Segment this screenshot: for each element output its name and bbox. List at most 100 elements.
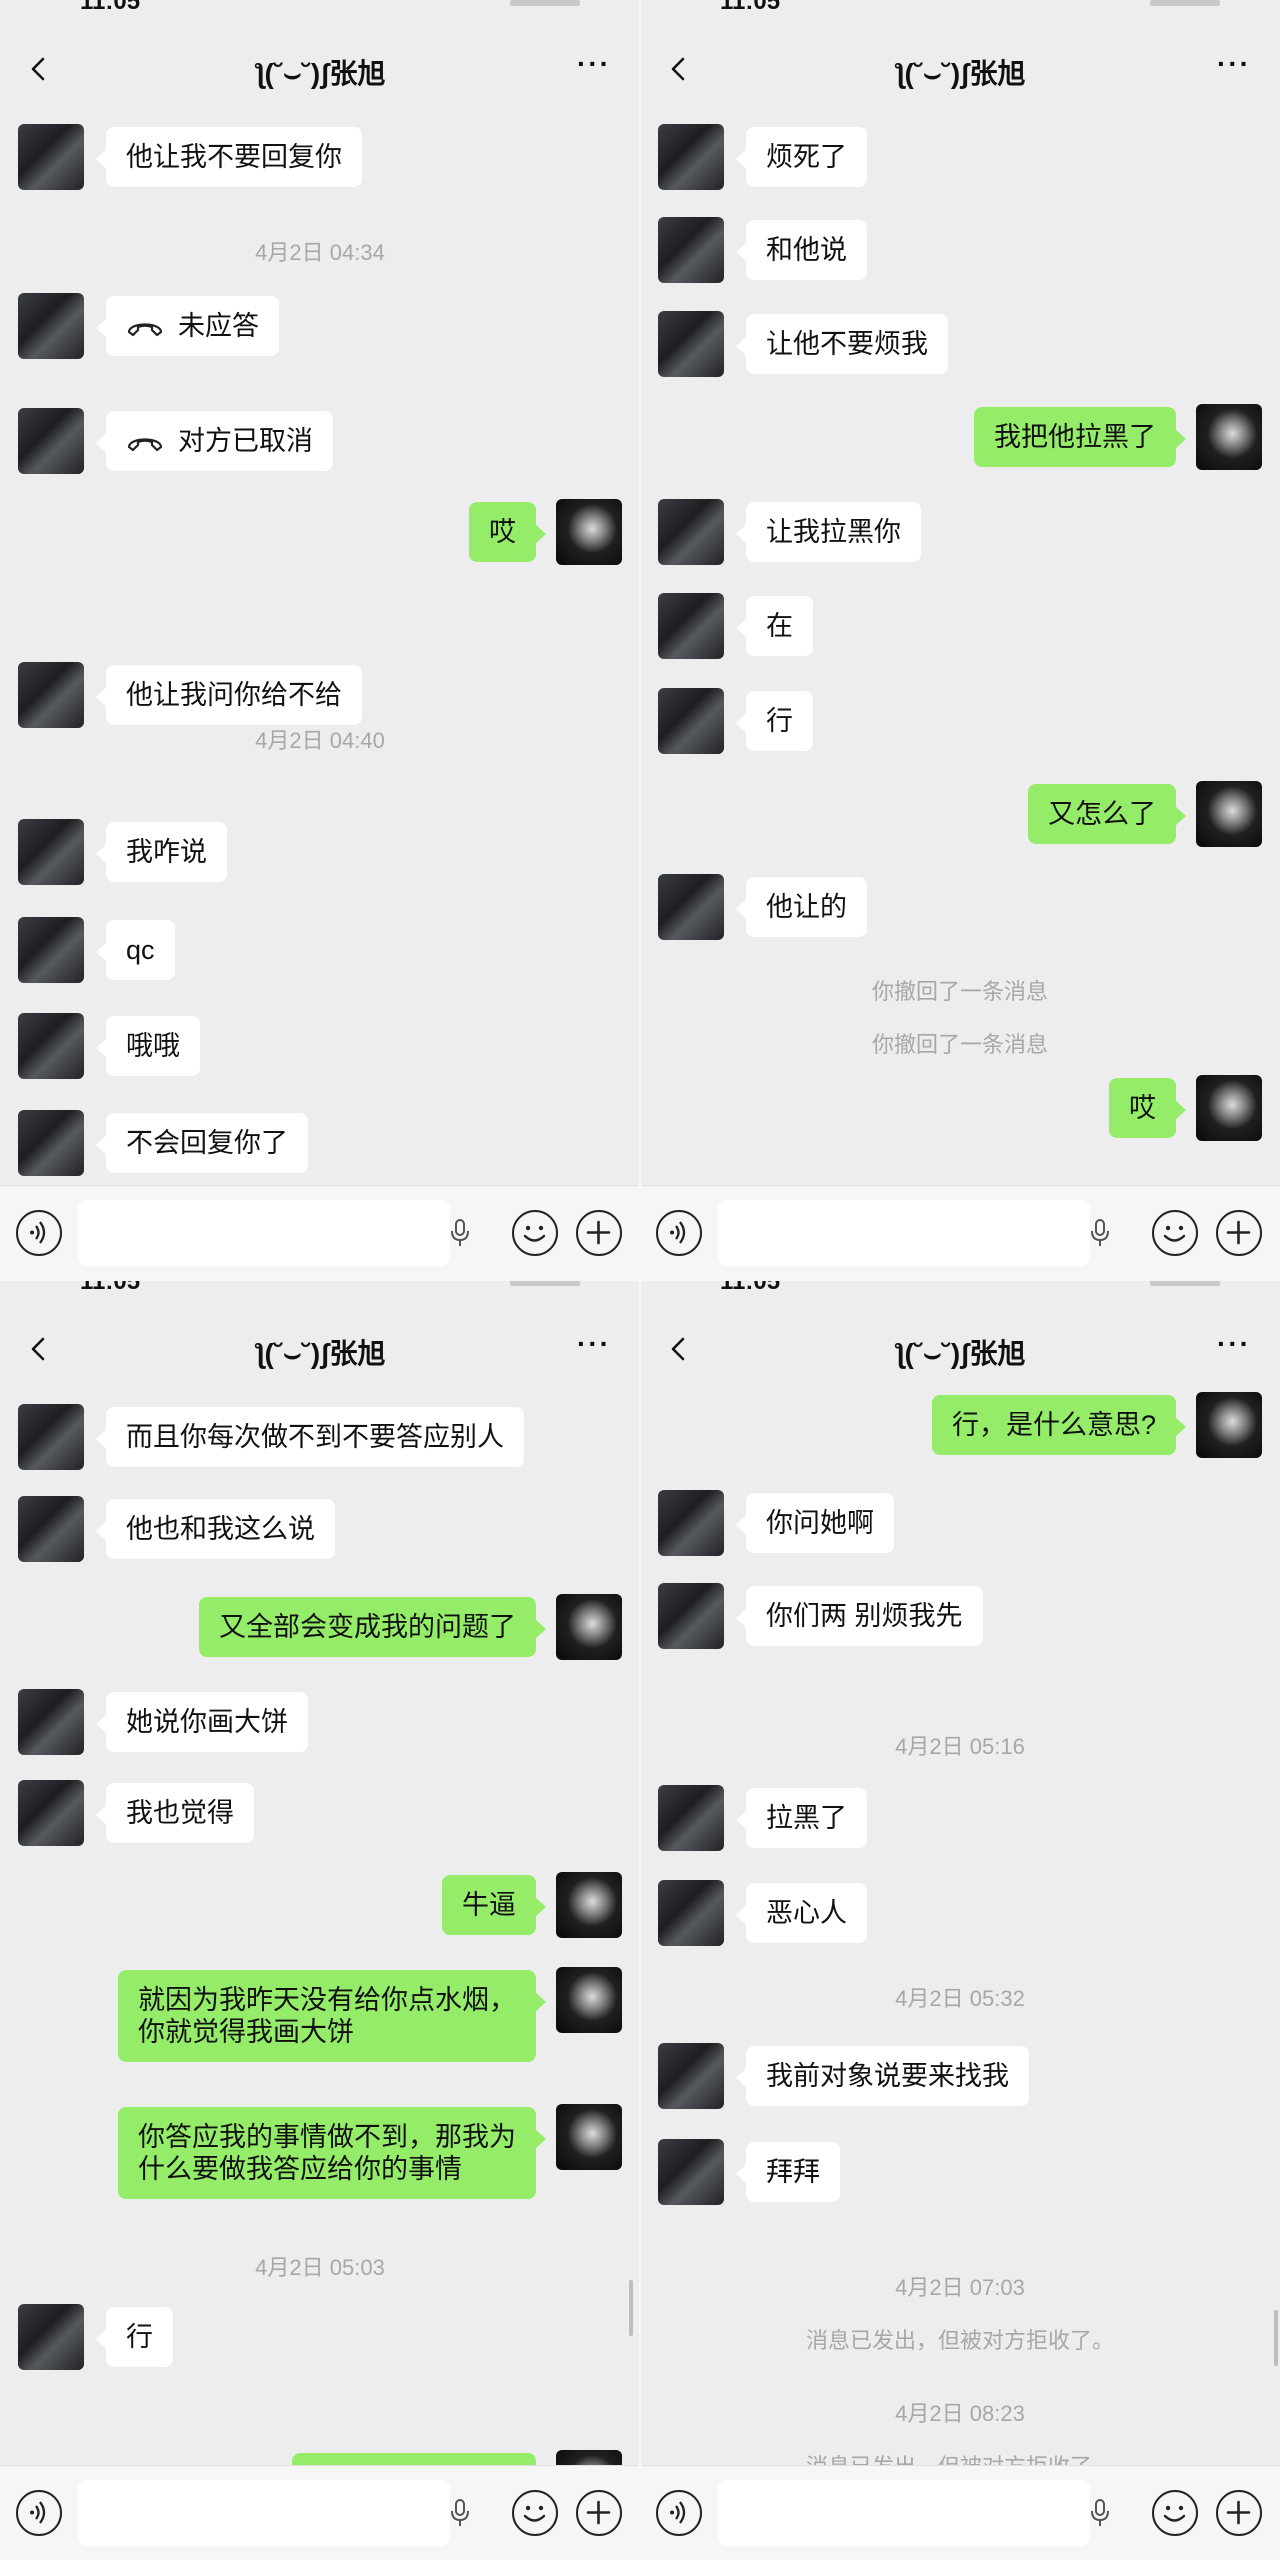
message-bubble[interactable]: 哎 — [469, 502, 546, 562]
microphone-icon[interactable] — [448, 1218, 472, 1248]
message-bubble[interactable]: 你们两 别烦我先 — [736, 1586, 983, 1646]
message-bubble[interactable]: 恶心人 — [736, 1883, 867, 1943]
contact-avatar[interactable] — [18, 124, 84, 190]
call-record-bubble[interactable]: 对方已取消 — [96, 411, 333, 471]
message-bubble[interactable]: 而且你每次做不到不要答应别人 — [96, 1407, 524, 1467]
message-bubble[interactable]: 他让我问你给不给 — [96, 665, 362, 725]
contact-avatar[interactable] — [18, 662, 84, 728]
microphone-icon[interactable] — [448, 2498, 472, 2528]
contact-avatar[interactable] — [658, 2139, 724, 2205]
self-avatar[interactable] — [556, 1594, 622, 1660]
contact-avatar[interactable] — [18, 293, 84, 359]
microphone-icon[interactable] — [1088, 2498, 1112, 2528]
message-bubble[interactable]: 和他说 — [736, 220, 867, 280]
message-list[interactable]: 而且你每次做不到不要答应别人 他也和我这么说又全部会变成我的问题了她说你画大饼 我也… — [0, 1390, 640, 2465]
plus-icon[interactable] — [576, 2490, 622, 2536]
contact-avatar[interactable] — [658, 311, 724, 377]
contact-avatar[interactable] — [658, 874, 724, 940]
message-bubble[interactable]: 哦哦 — [96, 1016, 200, 1076]
more-dots-icon[interactable]: ··· — [572, 1330, 616, 1362]
message-bubble[interactable]: 你问她啊 — [736, 1493, 894, 1553]
plus-icon[interactable] — [576, 1210, 622, 1256]
message-bubble[interactable]: 我前对象说要来找我 — [736, 2046, 1029, 2106]
self-avatar[interactable] — [556, 2450, 622, 2465]
message-bubble[interactable]: 拜拜 — [736, 2142, 840, 2202]
contact-avatar[interactable] — [658, 1880, 724, 1946]
self-avatar[interactable] — [556, 1967, 622, 2033]
self-avatar[interactable] — [1196, 781, 1262, 847]
voice-icon[interactable] — [16, 1210, 62, 1256]
contact-avatar[interactable] — [18, 819, 84, 885]
self-avatar[interactable] — [1196, 404, 1262, 470]
self-avatar[interactable] — [1196, 1075, 1262, 1141]
self-avatar[interactable] — [556, 1872, 622, 1938]
contact-avatar[interactable] — [658, 499, 724, 565]
scrollbar-thumb[interactable] — [629, 2280, 633, 2336]
message-input[interactable] — [78, 1200, 450, 1266]
message-bubble[interactable]: 又怎么了 — [1028, 784, 1186, 844]
contact-avatar[interactable] — [18, 1404, 84, 1470]
message-list[interactable]: 他让我不要回复你 4月2日 04:34 未应答 对方已取消哎他让我问你给不给 4月2日 … — [0, 110, 640, 1185]
contact-avatar[interactable] — [18, 408, 84, 474]
message-bubble[interactable]: 拉黑了 — [736, 1788, 867, 1848]
plus-icon[interactable] — [1216, 2490, 1262, 2536]
voice-icon[interactable] — [656, 2490, 702, 2536]
message-bubble[interactable]: 烦死了 — [736, 127, 867, 187]
contact-avatar[interactable] — [18, 1780, 84, 1846]
message-list[interactable]: 行，是什么意思? 你问她啊 你们两 别烦我先 4月2日 05:16 拉黑了 恶心人 4月2日… — [640, 1390, 1280, 2465]
message-input[interactable] — [718, 2480, 1090, 2546]
contact-avatar[interactable] — [658, 688, 724, 754]
message-bubble[interactable]: 让我拉黑你 — [736, 502, 921, 562]
more-dots-icon[interactable]: ··· — [1212, 1330, 1256, 1362]
self-avatar[interactable] — [556, 2104, 622, 2170]
contact-avatar[interactable] — [658, 1583, 724, 1649]
contact-avatar[interactable] — [18, 1689, 84, 1755]
message-bubble[interactable]: 牛逼 — [442, 1875, 546, 1935]
message-bubble[interactable]: 你答应我的事情做不到，那我为 什么要做我答应给你的事情 — [118, 2107, 546, 2199]
microphone-icon[interactable] — [1088, 1218, 1112, 1248]
message-bubble[interactable]: 就因为我昨天没有给你点水烟， 你就觉得我画大饼 — [118, 1970, 546, 2062]
emoji-icon[interactable] — [1152, 2490, 1198, 2536]
emoji-icon[interactable] — [512, 2490, 558, 2536]
message-list[interactable]: 烦死了 和他说 让他不要烦我 我把他拉黑了 让我拉黑你在行又怎么了 他让的 你撤回了一条消息… — [640, 110, 1280, 1185]
voice-icon[interactable] — [16, 2490, 62, 2536]
emoji-icon[interactable] — [512, 1210, 558, 1256]
more-dots-icon[interactable]: ··· — [572, 50, 616, 82]
contact-avatar[interactable] — [18, 1110, 84, 1176]
emoji-icon[interactable] — [1152, 1210, 1198, 1256]
message-bubble[interactable]: 哎 — [1109, 1078, 1186, 1138]
contact-avatar[interactable] — [658, 124, 724, 190]
self-avatar[interactable] — [1196, 1392, 1262, 1458]
message-bubble[interactable]: 行 — [736, 691, 813, 751]
message-bubble[interactable]: 行，是什么意思? — [291, 2453, 536, 2465]
contact-avatar[interactable] — [18, 1496, 84, 1562]
message-bubble[interactable]: 又全部会变成我的问题了 — [199, 1597, 546, 1657]
message-bubble[interactable]: 行 — [96, 2307, 173, 2367]
scrollbar-thumb[interactable] — [1274, 2310, 1278, 2366]
contact-avatar[interactable] — [658, 1785, 724, 1851]
message-input[interactable] — [718, 1200, 1090, 1266]
message-bubble[interactable]: 我咋说 — [96, 822, 227, 882]
call-record-bubble[interactable]: 未应答 — [96, 296, 279, 356]
message-bubble[interactable]: 在 — [736, 596, 813, 656]
contact-avatar[interactable] — [658, 593, 724, 659]
contact-avatar[interactable] — [658, 2043, 724, 2109]
message-bubble[interactable]: qc — [96, 920, 175, 980]
message-input[interactable] — [78, 2480, 450, 2546]
message-bubble[interactable]: 让他不要烦我 — [736, 314, 948, 374]
message-bubble[interactable]: 他也和我这么说 — [96, 1499, 335, 1559]
message-bubble[interactable]: 她说你画大饼 — [96, 1692, 308, 1752]
contact-avatar[interactable] — [18, 917, 84, 983]
message-bubble[interactable]: 不会回复你了 — [96, 1113, 308, 1173]
contact-avatar[interactable] — [18, 2304, 84, 2370]
message-bubble[interactable]: 他让我不要回复你 — [96, 127, 362, 187]
contact-avatar[interactable] — [658, 1490, 724, 1556]
contact-avatar[interactable] — [658, 217, 724, 283]
message-bubble[interactable]: 他让的 — [736, 877, 867, 937]
more-dots-icon[interactable]: ··· — [1212, 50, 1256, 82]
message-bubble[interactable]: 我也觉得 — [96, 1783, 254, 1843]
contact-avatar[interactable] — [18, 1013, 84, 1079]
message-bubble[interactable]: 行，是什么意思? — [931, 1395, 1187, 1455]
plus-icon[interactable] — [1216, 1210, 1262, 1256]
self-avatar[interactable] — [556, 499, 622, 565]
